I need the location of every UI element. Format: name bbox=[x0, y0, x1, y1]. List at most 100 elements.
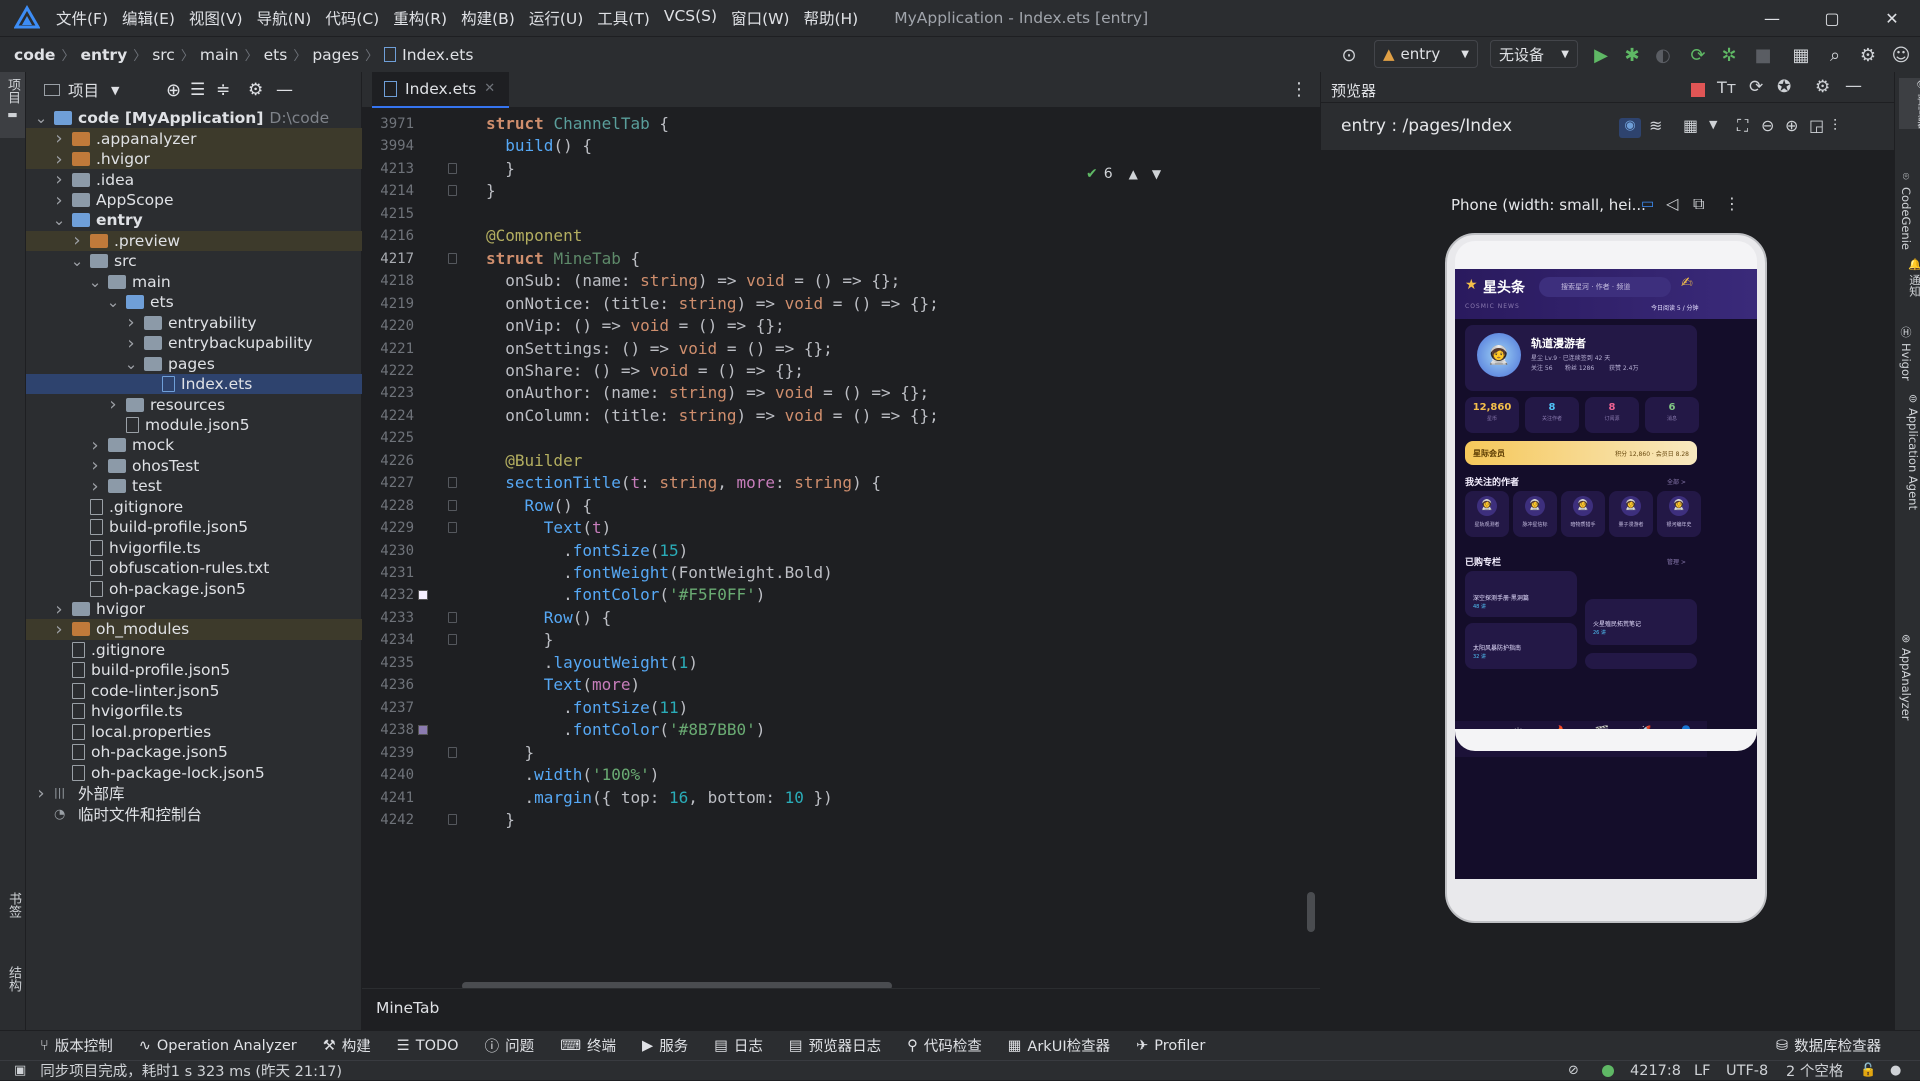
authors-more-link[interactable]: 全部 > bbox=[1667, 477, 1686, 486]
chevron-right-icon[interactable]: › bbox=[52, 599, 66, 620]
menu-item[interactable]: 视图(V) bbox=[189, 7, 243, 29]
database-inspector-button[interactable]: ⛁ 数据库检查器 bbox=[1776, 1035, 1881, 1056]
footer-breadcrumb[interactable]: MineTab bbox=[376, 999, 439, 1017]
tree-item[interactable]: ⌄ code [MyApplication] D:\code bbox=[26, 108, 362, 128]
project-panel-title[interactable]: 项目 bbox=[68, 79, 99, 101]
lock-icon[interactable]: 🔓 bbox=[1860, 1063, 1876, 1078]
chevron-down-icon[interactable]: ⌄ bbox=[106, 293, 120, 311]
tree-item[interactable]: › AppScope bbox=[26, 190, 362, 211]
menu-item[interactable]: 代码(C) bbox=[325, 7, 379, 29]
tree-item[interactable]: › oh_modules bbox=[26, 619, 362, 640]
menu-item[interactable]: 窗口(W) bbox=[731, 7, 789, 29]
right-tool-button[interactable]: ⊜ Application Agent bbox=[1899, 392, 1920, 510]
column-card[interactable]: 火星殖民拓荒笔记 26 讲 bbox=[1585, 599, 1697, 645]
right-tool-button[interactable]: 🔔 通知 bbox=[1899, 258, 1920, 297]
tool-window-button[interactable]: ⑂ 版本控制 bbox=[40, 1035, 113, 1056]
layers-icon[interactable]: ≋ bbox=[1649, 116, 1662, 135]
toggle-panels-icon[interactable]: ▣ bbox=[14, 1063, 26, 1078]
editor-tab-index[interactable]: Index.ets ✕ bbox=[372, 71, 510, 108]
right-tool-button[interactable]: ⊗问题检查 bbox=[1899, 540, 1920, 602]
project-tool-button[interactable]: 项目 ▬ bbox=[0, 72, 25, 138]
run-config-select[interactable]: ▲ entry ▼ bbox=[1374, 40, 1478, 68]
tree-item[interactable]: › ohosTest bbox=[26, 455, 362, 476]
breadcrumb-item[interactable]: ets bbox=[264, 46, 288, 64]
tree-item[interactable]: ◔ 临时文件和控制台 bbox=[26, 803, 362, 824]
right-tool-button[interactable]: ▯设备文件浏览器 bbox=[1899, 722, 1920, 819]
chevron-down-icon[interactable]: ⌄ bbox=[52, 211, 66, 229]
status-message[interactable]: 同步项目完成，耗时1 s 323 ms (昨天 21:17) bbox=[40, 1060, 342, 1081]
indent-setting[interactable]: 2 个空格 bbox=[1786, 1060, 1843, 1081]
split-icon[interactable]: ⫶ bbox=[1833, 116, 1837, 136]
target-icon[interactable]: ⊙ bbox=[1336, 42, 1362, 68]
chevron-right-icon[interactable]: › bbox=[88, 435, 102, 456]
menu-item[interactable]: 工具(T) bbox=[597, 7, 650, 29]
chevron-down-icon[interactable]: ▼ bbox=[1709, 118, 1717, 131]
debug-icon[interactable]: ✱ bbox=[1619, 42, 1645, 68]
file-encoding[interactable]: UTF-8 bbox=[1726, 1063, 1768, 1079]
menu-item[interactable]: 重构(R) bbox=[393, 7, 447, 29]
tree-item[interactable]: › .preview bbox=[26, 230, 362, 251]
options-gear-icon[interactable]: ⚙ bbox=[248, 80, 263, 100]
chevron-right-icon[interactable]: › bbox=[34, 783, 48, 804]
tool-window-button[interactable]: ☰ TODO bbox=[397, 1035, 459, 1056]
close-button[interactable]: ✕ bbox=[1862, 0, 1920, 36]
chevron-right-icon[interactable]: › bbox=[124, 333, 138, 354]
tree-item[interactable]: oh-package.json5 bbox=[26, 578, 362, 598]
notifications-icon[interactable]: ● bbox=[1890, 1063, 1901, 1078]
chevron-down-icon[interactable]: ⌄ bbox=[70, 252, 84, 270]
rotate-icon[interactable]: ⧉ bbox=[1693, 194, 1704, 214]
menu-item[interactable]: 运行(U) bbox=[529, 7, 583, 29]
chevron-down-icon[interactable]: ⌄ bbox=[124, 355, 138, 373]
caret-position[interactable]: 4217:8 bbox=[1630, 1063, 1681, 1079]
fit-icon[interactable]: ⛶ bbox=[1737, 116, 1748, 136]
locate-icon[interactable]: ⊕ bbox=[166, 80, 181, 101]
chevron-right-icon[interactable]: › bbox=[88, 455, 102, 476]
hide-panel-icon[interactable]: — bbox=[276, 80, 293, 100]
hide-preview-icon[interactable]: — bbox=[1845, 76, 1862, 96]
tree-item[interactable]: › test bbox=[26, 476, 362, 497]
chevron-right-icon[interactable]: › bbox=[124, 312, 138, 333]
author-card[interactable]: 👩‍🚀 量子漫游者 bbox=[1609, 491, 1653, 537]
vertical-scrollbar[interactable] bbox=[1307, 892, 1315, 932]
tree-item[interactable]: ⌄ src bbox=[26, 251, 362, 271]
tree-item[interactable]: › .hvigor bbox=[26, 149, 362, 170]
minimize-button[interactable]: — bbox=[1742, 0, 1802, 36]
tree-item[interactable]: Index.ets bbox=[26, 373, 362, 395]
tree-item[interactable]: hvigorfile.ts bbox=[26, 537, 362, 557]
column-card[interactable] bbox=[1585, 653, 1697, 669]
tree-item[interactable]: obfuscation-rules.txt bbox=[26, 558, 362, 578]
grid-icon[interactable]: ▦ bbox=[1683, 116, 1698, 135]
tree-item[interactable]: hvigorfile.ts bbox=[26, 701, 362, 721]
vip-banner[interactable]: 星际会员 积分 12,860 · 会员日 8.28 bbox=[1465, 441, 1697, 465]
chevron-right-icon[interactable]: › bbox=[88, 476, 102, 497]
chevron-down-icon[interactable]: ⌄ bbox=[34, 109, 48, 127]
menu-item[interactable]: VCS(S) bbox=[664, 7, 717, 29]
stat-card[interactable]: 8 关注作者 bbox=[1525, 397, 1579, 433]
chevron-right-icon[interactable]: › bbox=[106, 394, 120, 415]
chevron-down-icon[interactable]: ▼ bbox=[1152, 167, 1161, 181]
menu-item[interactable]: 文件(F) bbox=[56, 7, 108, 29]
tool-window-button[interactable]: ▶ 服务 bbox=[642, 1035, 688, 1056]
tool-window-button[interactable]: ✈ Profiler bbox=[1136, 1035, 1205, 1056]
profile-icon[interactable]: ◐ bbox=[1650, 42, 1676, 68]
columns-more-link[interactable]: 管理 > bbox=[1667, 557, 1686, 566]
settings-icon[interactable]: ⚙ bbox=[1855, 42, 1881, 68]
tree-item[interactable]: › .appanalyzer bbox=[26, 128, 362, 149]
right-tool-button[interactable]: ⊛ AppAnalyzer bbox=[1899, 632, 1913, 721]
tool-window-button[interactable]: ⓘ 问题 bbox=[485, 1035, 535, 1056]
stop-preview-icon[interactable] bbox=[1691, 83, 1705, 97]
zoom-out-icon[interactable]: ⊖ bbox=[1761, 116, 1774, 135]
chevron-down-icon[interactable]: ⌄ bbox=[88, 273, 102, 291]
breadcrumb-item[interactable]: main bbox=[200, 46, 239, 64]
tree-item[interactable]: oh-package.json5 bbox=[26, 742, 362, 762]
tool-window-button[interactable]: ∿ Operation Analyzer bbox=[139, 1035, 297, 1056]
tree-item[interactable]: › hvigor bbox=[26, 599, 362, 620]
breadcrumb-item[interactable]: src bbox=[152, 46, 175, 64]
tool-window-button[interactable]: ⚒ 构建 bbox=[323, 1035, 371, 1056]
refresh-icon[interactable]: ⟳ bbox=[1749, 77, 1763, 97]
more-options-icon[interactable]: ⋮ bbox=[1290, 79, 1308, 100]
breadcrumb-item[interactable]: entry bbox=[80, 46, 127, 64]
tree-item[interactable]: ⌄ ets bbox=[26, 292, 362, 312]
right-tool-button[interactable]: ⌾ CodeGenie bbox=[1899, 170, 1913, 250]
back-icon[interactable]: ◁ bbox=[1666, 194, 1678, 213]
